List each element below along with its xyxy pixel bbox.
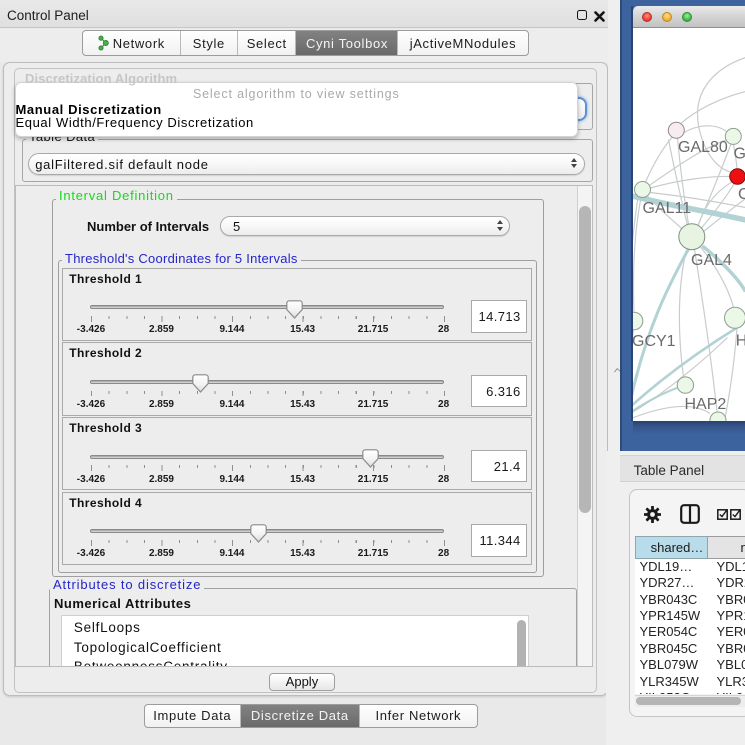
svg-text:GAL4: GAL4 — [691, 252, 732, 269]
svg-text:GAL2: GAL2 — [733, 145, 745, 162]
svg-text:HA: HA — [735, 332, 745, 349]
svg-text:HAP2: HAP2 — [684, 395, 726, 412]
svg-text:GCY1: GCY1 — [633, 333, 676, 350]
svg-text:GAL11: GAL11 — [642, 199, 691, 216]
svg-text:GAL80: GAL80 — [678, 139, 728, 156]
svg-text:CD: CD — [738, 186, 745, 203]
